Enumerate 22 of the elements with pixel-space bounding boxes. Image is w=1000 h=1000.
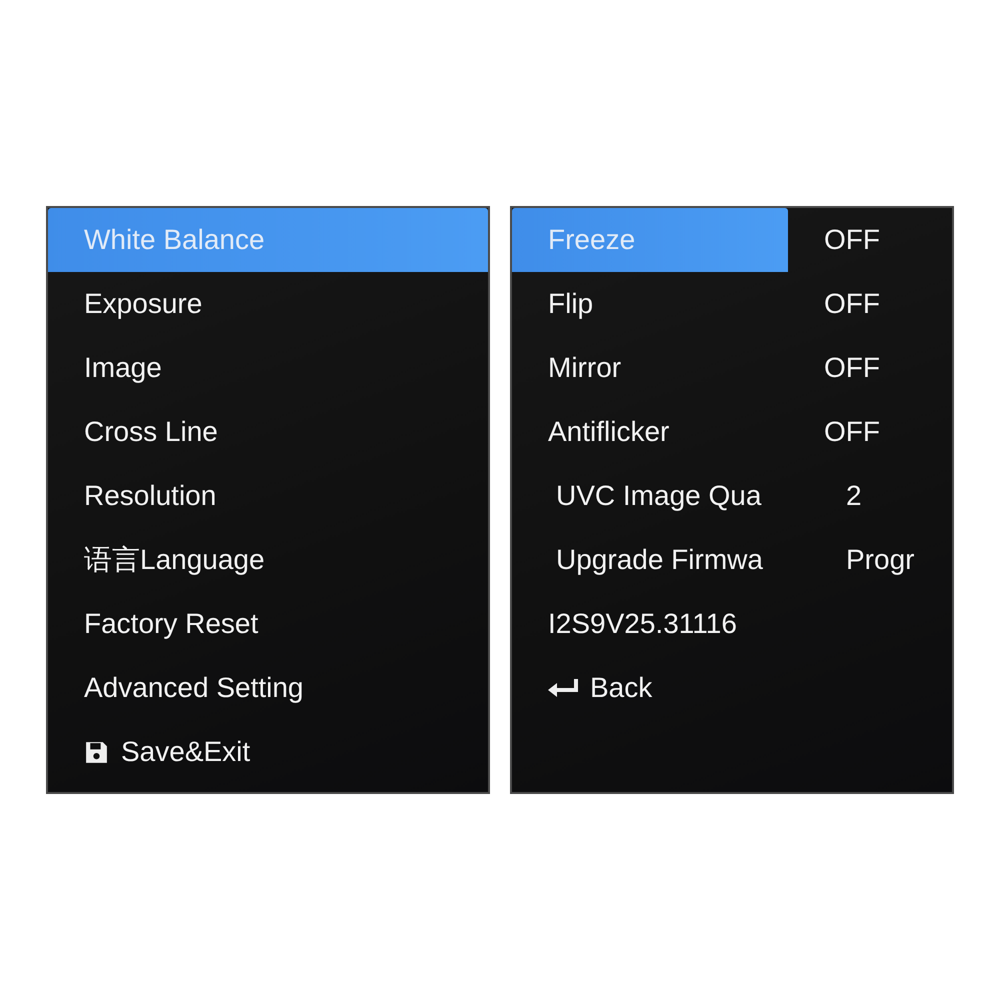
setting-value: OFF bbox=[823, 287, 881, 321]
menu-item[interactable]: Advanced Setting bbox=[48, 656, 488, 720]
setting-value: OFF bbox=[823, 415, 881, 449]
menu-item[interactable]: Flip bbox=[512, 272, 788, 336]
setting-value: OFF bbox=[823, 351, 881, 385]
menu-item[interactable]: Antiflicker bbox=[512, 400, 788, 464]
back-menu-item[interactable]: Back bbox=[512, 656, 788, 720]
menu-item[interactable]: Upgrade Firmwa bbox=[512, 528, 788, 592]
setting-value: Progr bbox=[845, 543, 916, 577]
menu-item[interactable]: Mirror bbox=[512, 336, 788, 400]
version-label: I2S9V25.31116 bbox=[547, 607, 738, 641]
menu-item[interactable]: Factory Reset bbox=[48, 592, 488, 656]
setting-value: OFF bbox=[823, 223, 881, 257]
menu-item[interactable]: Exposure bbox=[48, 272, 488, 336]
menu-item[interactable]: 语言Language bbox=[48, 528, 488, 592]
setting-value: 2 bbox=[845, 479, 863, 513]
return-arrow-icon bbox=[548, 679, 578, 697]
menu-item[interactable]: Resolution bbox=[48, 464, 488, 528]
menu-item[interactable]: UVC Image Qua bbox=[512, 464, 788, 528]
menu-item[interactable]: Save&Exit bbox=[48, 720, 488, 784]
menu-item[interactable]: Cross Line bbox=[48, 400, 488, 464]
menu-item[interactable]: Image bbox=[48, 336, 488, 400]
